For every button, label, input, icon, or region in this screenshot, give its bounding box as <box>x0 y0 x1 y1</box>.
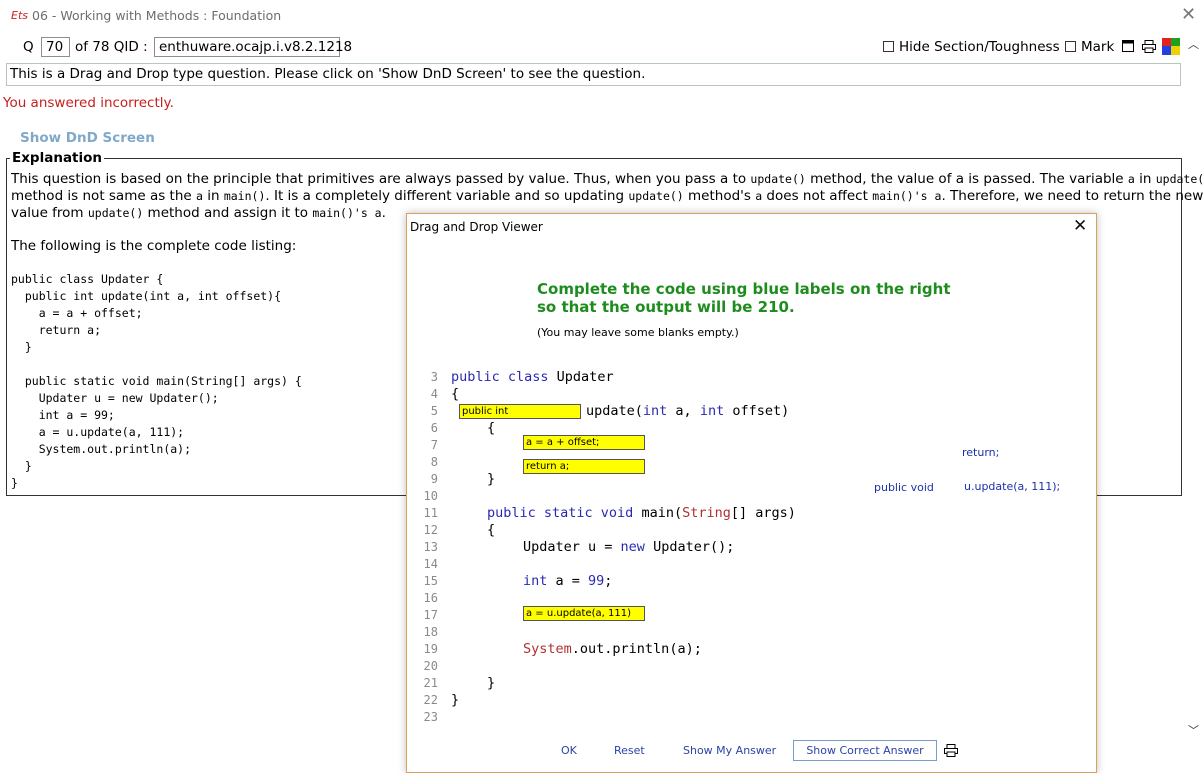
question-prompt: This is a Drag and Drop type question. P… <box>6 63 1181 86</box>
scroll-up-icon[interactable]: ︿ <box>1188 36 1199 52</box>
show-my-answer-button[interactable]: Show My Answer <box>683 744 776 757</box>
drag-label-update-call[interactable]: u.update(a, 111); <box>964 480 1060 493</box>
line-number: 17 <box>423 608 438 622</box>
explanation-heading: Explanation <box>10 150 105 166</box>
line-number: 23 <box>423 710 438 724</box>
question-label: Q <box>23 39 34 55</box>
line-number: 13 <box>423 540 438 554</box>
show-dnd-screen-link[interactable]: Show DnD Screen <box>20 130 155 146</box>
line-number: 16 <box>423 591 438 605</box>
scroll-down-icon[interactable]: ﹀ <box>1188 722 1199 738</box>
code-line-19: System.out.println(a); <box>523 641 702 657</box>
dialog-close-icon[interactable]: ✕ <box>1073 216 1087 236</box>
line-number: 7 <box>430 438 438 452</box>
color-palette-icon[interactable] <box>1162 38 1180 55</box>
qid-field[interactable]: enthuware.ocajp.i.v8.2.1218 <box>154 37 352 57</box>
code-line-4: { <box>451 386 460 402</box>
mark-label: Mark <box>1081 39 1115 55</box>
window-title: 06 - Working with Methods : Foundation <box>32 8 282 23</box>
line-number: 5 <box>430 404 438 418</box>
code-line: Updater u = new Updater(); <box>11 391 219 405</box>
code-line: a = u.update(a, 111); <box>11 425 185 439</box>
window-icon[interactable] <box>1122 40 1134 52</box>
print-icon[interactable] <box>1142 40 1156 53</box>
code-line: int a = 99; <box>11 408 115 422</box>
code-line: } <box>11 476 18 490</box>
code-line-12: { <box>487 522 496 538</box>
line-number: 12 <box>423 523 438 537</box>
code-line-22: } <box>451 692 460 708</box>
drop-slot-update-call[interactable]: a = u.update(a, 111) <box>523 606 645 621</box>
code-line-6: { <box>487 420 496 436</box>
drag-label-return[interactable]: return; <box>962 446 999 459</box>
code-line: public static void main(String[] args) { <box>11 374 302 388</box>
explanation-line-1: This question is based on the principle … <box>11 171 1203 187</box>
line-number: 6 <box>430 421 438 435</box>
line-number: 8 <box>430 455 438 469</box>
app-logo: Ets <box>11 9 28 22</box>
line-number: 11 <box>423 506 438 520</box>
line-number: 15 <box>423 574 438 588</box>
line-number: 10 <box>423 489 438 503</box>
line-number: 22 <box>423 693 438 707</box>
code-line: return a; <box>11 323 102 337</box>
line-number: 9 <box>430 472 438 486</box>
result-status: You answered incorrectly. <box>3 95 174 111</box>
line-number: 4 <box>430 387 438 401</box>
code-line: public int update(int a, int offset){ <box>11 289 282 303</box>
mark-checkbox[interactable] <box>1065 41 1076 52</box>
explanation-line-3: value from update() method and assign it… <box>11 205 386 221</box>
code-line-13: Updater u = new Updater(); <box>523 539 735 555</box>
question-count-label: of 78 QID : <box>75 39 148 55</box>
line-number: 20 <box>423 659 438 673</box>
question-number-input[interactable]: 70 <box>41 37 70 57</box>
code-line-9: } <box>487 471 496 487</box>
hide-section-label: Hide Section/Toughness <box>899 39 1060 55</box>
ok-button[interactable]: OK <box>561 744 577 757</box>
drop-slot-assignment[interactable]: a = a + offset; <box>523 435 645 450</box>
code-line: a = a + offset; <box>11 306 143 320</box>
line-number: 3 <box>430 370 438 384</box>
code-line: public class Updater { <box>11 272 164 286</box>
explanation-line-2: method is not same as the a in main(). I… <box>11 188 1203 204</box>
code-line: } <box>11 340 32 354</box>
code-line-5: update(int a, int offset) <box>586 403 790 419</box>
print-icon[interactable] <box>944 744 958 757</box>
instruction-note: (You may leave some blanks empty.) <box>537 326 739 339</box>
hide-section-checkbox[interactable] <box>883 41 894 52</box>
code-line: } <box>11 459 32 473</box>
code-line-15: int a = 99; <box>523 573 613 589</box>
code-line-3: public class Updater <box>451 369 614 385</box>
reset-button[interactable]: Reset <box>614 744 645 757</box>
code-line-11: public static void main(String[] args) <box>487 505 796 521</box>
line-number: 19 <box>423 642 438 656</box>
instruction-line-1: Complete the code using blue labels on t… <box>537 280 951 298</box>
drag-label-public-void[interactable]: public void <box>874 481 934 494</box>
drop-slot-return[interactable]: return a; <box>523 459 645 474</box>
line-number: 14 <box>423 557 438 571</box>
show-correct-answer-button[interactable]: Show Correct Answer <box>793 740 937 761</box>
drop-slot-method-modifier[interactable]: public int <box>459 404 581 419</box>
code-line-21: } <box>487 675 496 691</box>
instruction-line-2: so that the output will be 210. <box>537 298 795 316</box>
code-line: System.out.println(a); <box>11 442 192 456</box>
line-number: 21 <box>423 676 438 690</box>
close-icon[interactable]: ✕ <box>1181 4 1196 25</box>
line-number: 18 <box>423 625 438 639</box>
listing-intro: The following is the complete code listi… <box>11 238 297 254</box>
dialog-title: Drag and Drop Viewer <box>410 220 543 234</box>
